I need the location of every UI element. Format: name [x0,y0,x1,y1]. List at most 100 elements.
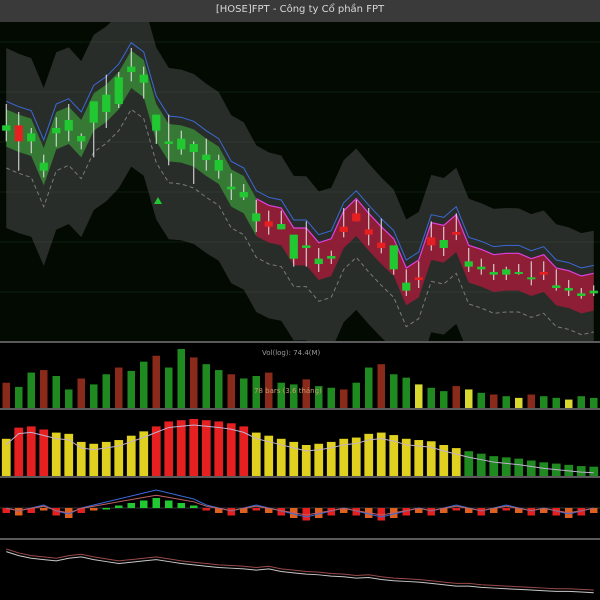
window-titlebar: [HOSE]FPT - Công ty Cổ phần FPT [0,0,600,23]
volume-bar [377,364,385,408]
volume-bar [440,391,448,408]
volume-bar [202,364,210,408]
macd-histogram-bar [452,508,460,511]
stochastic-bar [89,443,99,476]
candle-body [139,74,148,83]
candle-body [502,269,511,275]
volume-bar [352,382,360,408]
candle-body [14,125,23,142]
macd-histogram-bar [165,500,173,508]
stochastic-bar [164,421,174,476]
macd-line [6,489,594,518]
volume-bar [590,397,598,408]
stochastic-bar [514,458,524,476]
volume-bar [452,386,460,408]
stochastic-bar [539,462,549,476]
volume-bar [402,377,410,408]
candle-body [252,213,261,222]
candle-body [164,141,173,144]
volume-bar [465,389,473,408]
macd-histogram-bar [190,505,198,508]
stochastic-bar [476,453,486,476]
volume-bar [502,396,510,408]
candle-body [227,186,236,190]
candle-body [102,94,111,112]
candle-body [352,213,361,222]
volume-bar [65,389,73,408]
volume-bar [477,392,485,408]
volume-bar [227,374,235,408]
macd-histogram-bar [127,503,135,508]
volume-bar [327,387,335,408]
volume-bar [190,357,198,408]
stochastic-bar [14,427,24,476]
candle-body [264,221,273,227]
candle-body [302,245,311,248]
volume-bar [27,372,35,408]
volume-bar [90,384,98,408]
stochastic-bar [301,445,311,476]
candle-body [589,290,598,294]
candle-body [327,256,336,259]
volume-bar [177,349,185,408]
rsi-chart-svg [6,548,594,594]
macd-histogram-bar [102,508,110,510]
macd-panel[interactable] [0,478,600,538]
volume-bar [340,389,348,408]
volume-bar [552,397,560,408]
candle-body [214,160,223,171]
stochastic-bar [451,448,461,476]
candle-body [339,226,348,232]
candle-body [2,125,11,131]
candle-body [427,237,436,246]
price-chart-svg [0,22,600,342]
volume-bar [415,384,423,408]
macd-histogram-bar [427,508,435,516]
macd-histogram-bar [477,508,485,516]
candle-body [477,266,486,270]
stochastic-bar [526,460,536,476]
candle-body [539,272,548,275]
candle-body [514,272,523,274]
volume-bar [527,394,535,408]
volume-bar [52,375,60,408]
candle-body [364,229,373,235]
candle-body [389,245,398,270]
volume-bar [165,367,173,408]
rsi-signal-line [6,548,594,591]
stochastic-bar [489,456,499,476]
candle-body [489,272,498,275]
candle-body [377,242,386,248]
candle-body [202,154,211,160]
volume-bar [152,355,160,408]
candle-body [564,288,573,291]
volume-bar [490,394,498,408]
macd-histogram-bar [40,508,48,511]
stochastic-bar [501,457,511,476]
volume-bar [140,361,148,408]
volume-panel[interactable]: Vol(log): 74.4(M) 78 bars (3.6 tháng) [0,343,600,408]
candle-body [314,258,323,264]
price-chart-panel[interactable] [0,22,600,342]
macd-histogram-bar [140,500,148,508]
candle-body [577,293,586,296]
stochastic-panel[interactable] [0,410,600,476]
stochastic-bar [189,418,199,476]
candle-body [289,234,298,259]
panel-divider[interactable] [0,538,600,540]
volume-bar [40,370,48,408]
rsi-panel[interactable] [0,541,600,600]
candle-body [239,192,248,198]
volume-bar [365,367,373,408]
volume-bar [515,397,523,408]
volume-bar [2,382,10,408]
stochastic-bar [464,451,474,476]
candle-body [527,277,536,280]
volume-bar [240,378,248,408]
candle-body [52,128,61,134]
candle-body [402,282,411,291]
candle-body [189,144,198,152]
stochastic-bar [226,423,236,476]
candle-body [89,101,98,123]
stochastic-bar [76,441,86,476]
